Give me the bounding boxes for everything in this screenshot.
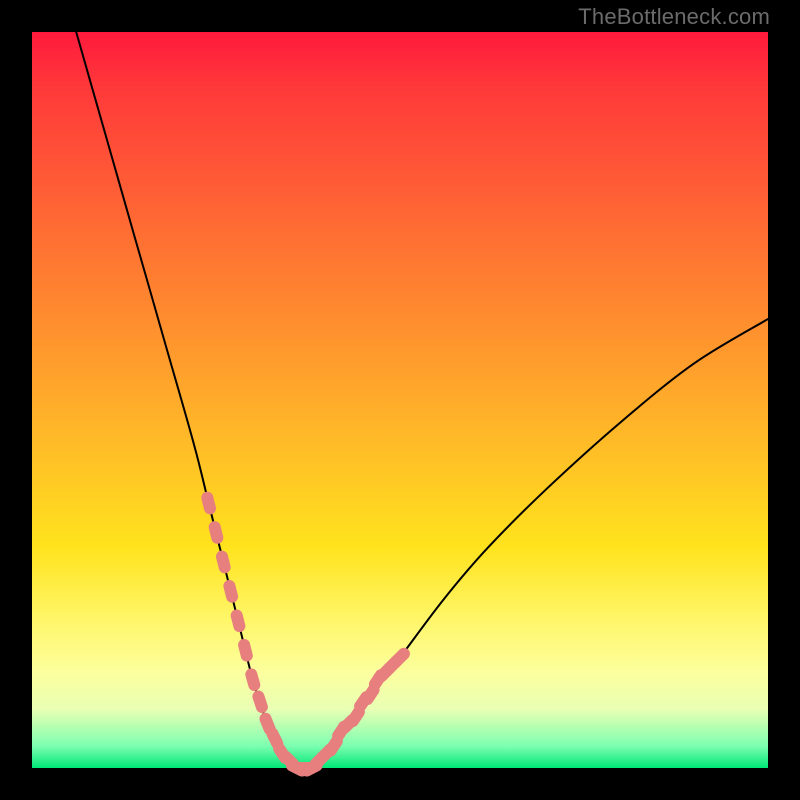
highlight-marker — [222, 557, 225, 568]
attribution-label: TheBottleneck.com — [578, 4, 770, 30]
highlight-marker — [244, 645, 247, 656]
highlight-marker — [215, 527, 218, 538]
highlight-marker — [353, 712, 359, 721]
highlight-marker — [331, 741, 337, 750]
highlight-marker — [258, 697, 262, 708]
highlight-marker — [266, 719, 270, 729]
highlight-markers — [207, 498, 404, 771]
highlight-marker — [251, 674, 254, 685]
highlight-marker — [207, 498, 210, 509]
highlight-marker — [368, 690, 374, 699]
highlight-marker — [237, 616, 240, 627]
highlight-marker — [229, 586, 232, 597]
chart-svg — [32, 32, 768, 768]
bottleneck-curve — [76, 32, 768, 770]
highlight-marker — [272, 734, 277, 744]
chart-frame: TheBottleneck.com — [0, 0, 800, 800]
highlight-marker — [396, 654, 404, 662]
